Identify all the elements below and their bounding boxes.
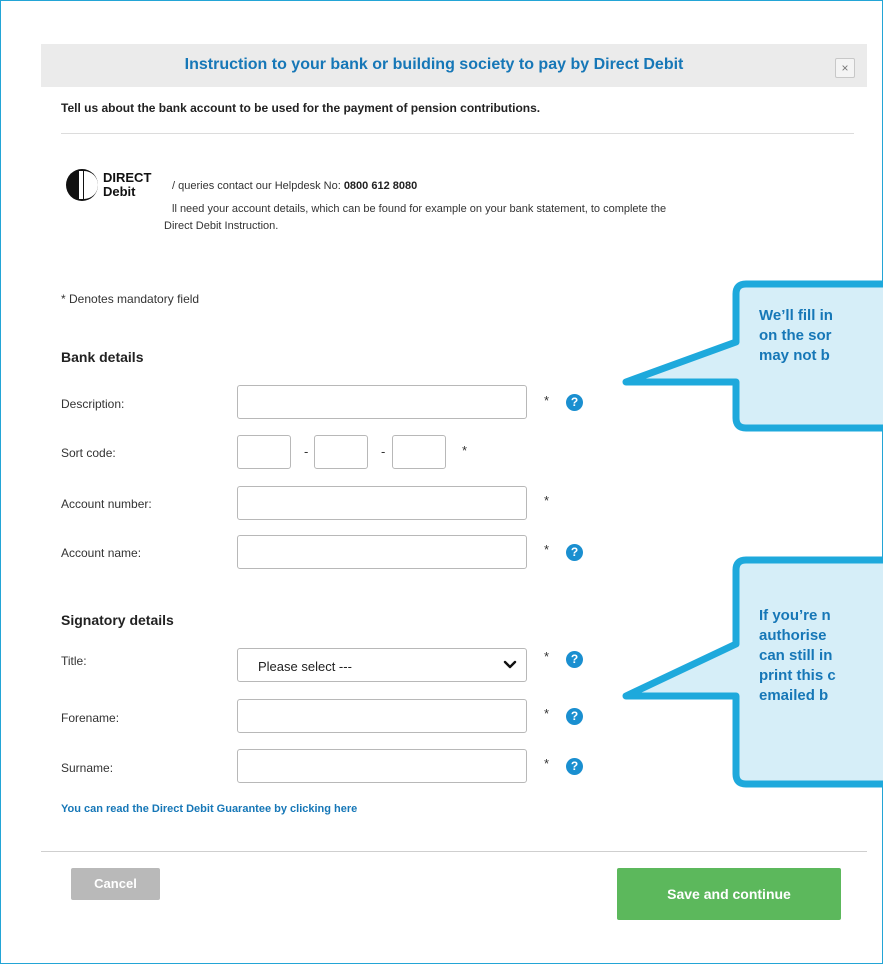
callout-line: We’ll fill in xyxy=(759,307,833,324)
title-select[interactable]: Please select --- xyxy=(237,648,527,682)
description-input[interactable] xyxy=(237,385,527,419)
required-marker: * xyxy=(544,706,550,721)
forename-help-icon[interactable]: ? xyxy=(566,708,583,725)
direct-debit-guarantee-link[interactable]: You can read the Direct Debit Guarantee … xyxy=(61,803,357,815)
direct-debit-logo: DIRECT Debit xyxy=(66,169,151,201)
callout-line: on the sor xyxy=(759,327,832,344)
sort-code-input-3[interactable] xyxy=(392,435,446,469)
surname-input[interactable] xyxy=(237,749,527,783)
sort-code-label: Sort code: xyxy=(61,446,116,460)
dd-helpdesk-line: / queries contact our Helpdesk No: 0800 … xyxy=(172,180,417,192)
footer-divider xyxy=(41,851,867,852)
callout-line: can still in xyxy=(759,647,833,664)
callout-line: authorise xyxy=(759,627,827,644)
description-label: Description: xyxy=(61,397,125,411)
dd-info-line-2: Direct Debit Instruction. xyxy=(164,220,279,232)
callout-line: print this c xyxy=(759,667,836,684)
dd-info-line: ll need your account details, which can … xyxy=(172,203,667,215)
dd-helpdesk-prefix: / queries contact our Helpdesk No: xyxy=(172,180,344,192)
dialog-title: Instruction to your bank or building soc… xyxy=(184,56,684,73)
account-number-label: Account number: xyxy=(61,497,152,511)
title-select-value: Please select --- xyxy=(258,659,352,674)
callout-text: If you’re n authorise can still in print… xyxy=(759,606,836,706)
surname-help-icon[interactable]: ? xyxy=(566,758,583,775)
close-icon[interactable]: × xyxy=(835,58,855,78)
required-marker: * xyxy=(544,649,550,664)
sort-code-separator: - xyxy=(381,444,386,459)
title-help-icon[interactable]: ? xyxy=(566,651,583,668)
helpdesk-number: 0800 612 8080 xyxy=(343,180,418,192)
surname-label: Surname: xyxy=(61,761,114,775)
callout-bubble xyxy=(622,280,883,432)
signatory-callout: If you’re n authorise can still in print… xyxy=(620,556,883,788)
dd-logo-debit: Debit xyxy=(103,184,136,199)
callout-line: If you’re n xyxy=(759,607,831,624)
required-marker: * xyxy=(462,443,468,458)
forename-input[interactable] xyxy=(237,699,527,733)
callout-line: emailed b xyxy=(759,687,829,704)
signatory-details-heading: Signatory details xyxy=(61,612,174,628)
bank-details-heading: Bank details xyxy=(61,349,144,365)
account-name-label: Account name: xyxy=(61,546,142,560)
page-frame xyxy=(0,0,883,964)
description-help-icon[interactable]: ? xyxy=(566,394,583,411)
sort-code-callout: We’ll fill in on the sor may not b xyxy=(620,280,883,432)
forename-label: Forename: xyxy=(61,711,120,725)
account-name-help-icon[interactable]: ? xyxy=(566,544,583,561)
dialog-title-bar: Instruction to your bank or building soc… xyxy=(41,44,867,87)
account-name-input[interactable] xyxy=(237,535,527,569)
required-marker: * xyxy=(544,542,550,557)
required-marker: * xyxy=(544,493,550,508)
callout-text: We’ll fill in on the sor may not b xyxy=(759,306,833,366)
mandatory-note: * Denotes mandatory field xyxy=(61,292,200,306)
intro-text: Tell us about the bank account to be use… xyxy=(61,101,541,115)
required-marker: * xyxy=(544,756,550,771)
sort-code-separator: - xyxy=(304,444,309,459)
dd-logo-direct: DIRECT xyxy=(103,170,151,185)
account-number-input[interactable] xyxy=(237,486,527,520)
callout-line: may not b xyxy=(759,347,830,364)
chevron-down-icon xyxy=(503,660,517,669)
save-and-continue-button[interactable]: Save and continue xyxy=(617,868,841,920)
cancel-button[interactable]: Cancel xyxy=(71,868,160,900)
callout-bubble xyxy=(622,556,883,788)
title-label: Title: xyxy=(61,654,87,668)
sort-code-input-2[interactable] xyxy=(314,435,368,469)
sort-code-input-1[interactable] xyxy=(237,435,291,469)
divider xyxy=(61,133,854,134)
required-marker: * xyxy=(544,393,550,408)
